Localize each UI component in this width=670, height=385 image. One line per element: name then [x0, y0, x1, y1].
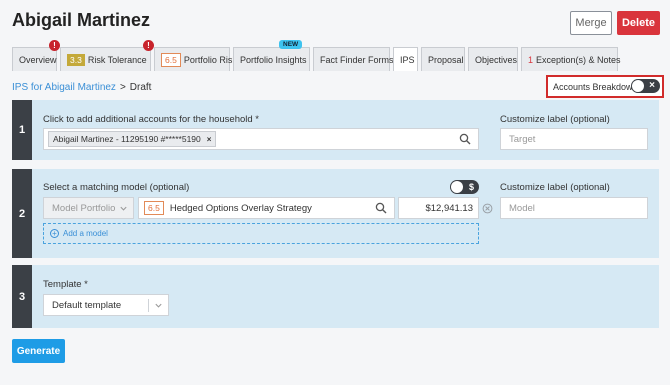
model-label: Select a matching model (optional): [43, 182, 190, 193]
accounts-breakdown-label: Accounts Breakdown: [553, 81, 638, 92]
select-divider: [148, 299, 149, 312]
plus-icon: +: [50, 229, 59, 238]
step-model: 2 Select a matching model (optional) $ M…: [12, 169, 659, 258]
accounts-label: Click to add additional accounts for the…: [43, 114, 259, 125]
accounts-breakdown-toggle[interactable]: ×: [631, 79, 660, 93]
step-number: 2: [12, 169, 32, 258]
model-amount: $12,941.13: [425, 202, 473, 214]
accounts-input[interactable]: Abigail Martinez - 11295190 #*****5190 ×: [43, 128, 479, 150]
tab-bar: Overview ! 3.3 Risk Tolerance ! 6.5 Port…: [12, 40, 621, 71]
new-badge: NEW: [279, 40, 303, 49]
target-label-input[interactable]: Target: [500, 128, 648, 150]
tab-label: Fact Finder Forms: [320, 54, 394, 65]
tab-fact-finder-forms[interactable]: Fact Finder Forms: [313, 47, 394, 71]
search-icon[interactable]: [375, 202, 387, 214]
chevron-down-icon: [120, 206, 127, 211]
tab-label: IPS: [400, 54, 415, 65]
tab-label: Portfolio Insights: [240, 54, 307, 65]
tab-label: Portfolio Risk: [183, 54, 237, 65]
template-label: Template *: [43, 279, 88, 290]
risk-score-badge: 6.5: [161, 52, 181, 67]
tab-portfolio-insights[interactable]: NEW Portfolio Insights: [233, 40, 310, 71]
tab-risk-tolerance[interactable]: 3.3 Risk Tolerance !: [60, 40, 154, 71]
tab-portfolio-risk[interactable]: 6.5 Portfolio Risk: [154, 47, 237, 71]
model-type-select[interactable]: Model Portfolio: [43, 197, 134, 219]
page-title: Abigail Martinez: [12, 10, 151, 30]
exception-count: 1: [528, 54, 534, 65]
alert-icon: !: [49, 40, 60, 51]
account-chip-label: Abigail Martinez - 11295190 #*****5190: [53, 134, 201, 144]
accounts-breakdown-toggle-group: Accounts Breakdown ×: [546, 75, 664, 98]
model-placeholder: Model: [509, 202, 535, 214]
breadcrumb-separator: >: [119, 82, 126, 93]
custom-label-title: Customize label (optional): [500, 114, 610, 125]
merge-button[interactable]: Merge: [570, 11, 612, 35]
dollar-toggle[interactable]: $: [450, 180, 479, 194]
toggle-knob: [451, 181, 463, 193]
remove-chip-icon[interactable]: ×: [207, 135, 212, 144]
step-template: 3 Template * Default template: [12, 265, 659, 328]
tab-proposal[interactable]: Proposal: [421, 47, 465, 71]
breadcrumb: IPS for Abigail Martinez > Draft: [12, 82, 151, 93]
custom-label-title: Customize label (optional): [500, 182, 610, 193]
template-select[interactable]: Default template: [43, 294, 169, 316]
model-label-input[interactable]: Model: [500, 197, 648, 219]
add-model-label: Add a model: [63, 229, 108, 238]
tab-overview[interactable]: Overview !: [12, 40, 60, 71]
generate-button[interactable]: Generate: [12, 339, 65, 363]
step-accounts: 1 Click to add additional accounts for t…: [12, 100, 659, 160]
breadcrumb-link[interactable]: IPS for Abigail Martinez: [12, 82, 116, 93]
breadcrumb-current: Draft: [129, 82, 152, 93]
add-model-button[interactable]: + Add a model: [43, 223, 479, 244]
tab-label: Exception(s) & Notes: [536, 54, 621, 65]
tab-objectives[interactable]: Objectives: [468, 47, 518, 71]
step-number: 1: [12, 100, 32, 160]
search-icon[interactable]: [459, 133, 471, 145]
chevron-down-icon: [155, 303, 162, 308]
close-icon: ×: [649, 80, 655, 91]
remove-model-icon[interactable]: [482, 203, 493, 214]
tab-label: Overview: [19, 54, 57, 65]
dollar-icon: $: [468, 182, 474, 192]
model-type-value: Model Portfolio: [52, 202, 116, 214]
alert-icon: !: [143, 40, 154, 51]
step-number: 3: [12, 265, 32, 328]
tab-ips[interactable]: IPS: [393, 47, 418, 71]
risk-score-badge: 3.3: [67, 53, 85, 66]
model-name: Hedged Options Overlay Strategy: [169, 202, 312, 214]
model-search-input[interactable]: 6.5 Hedged Options Overlay Strategy: [138, 197, 395, 219]
model-amount-input[interactable]: $12,941.13: [398, 197, 479, 219]
tab-label: Proposal: [428, 54, 464, 65]
tab-label: Risk Tolerance: [87, 54, 147, 65]
delete-button[interactable]: Delete: [617, 11, 660, 35]
target-placeholder: Target: [509, 133, 536, 145]
tab-exceptions-notes[interactable]: 1 Exception(s) & Notes: [521, 47, 621, 71]
tab-label: Objectives: [475, 54, 518, 65]
model-risk-score: 6.5: [144, 201, 164, 215]
template-value: Default template: [52, 299, 122, 311]
toggle-knob: [632, 80, 644, 92]
account-chip: Abigail Martinez - 11295190 #*****5190 ×: [48, 131, 217, 147]
